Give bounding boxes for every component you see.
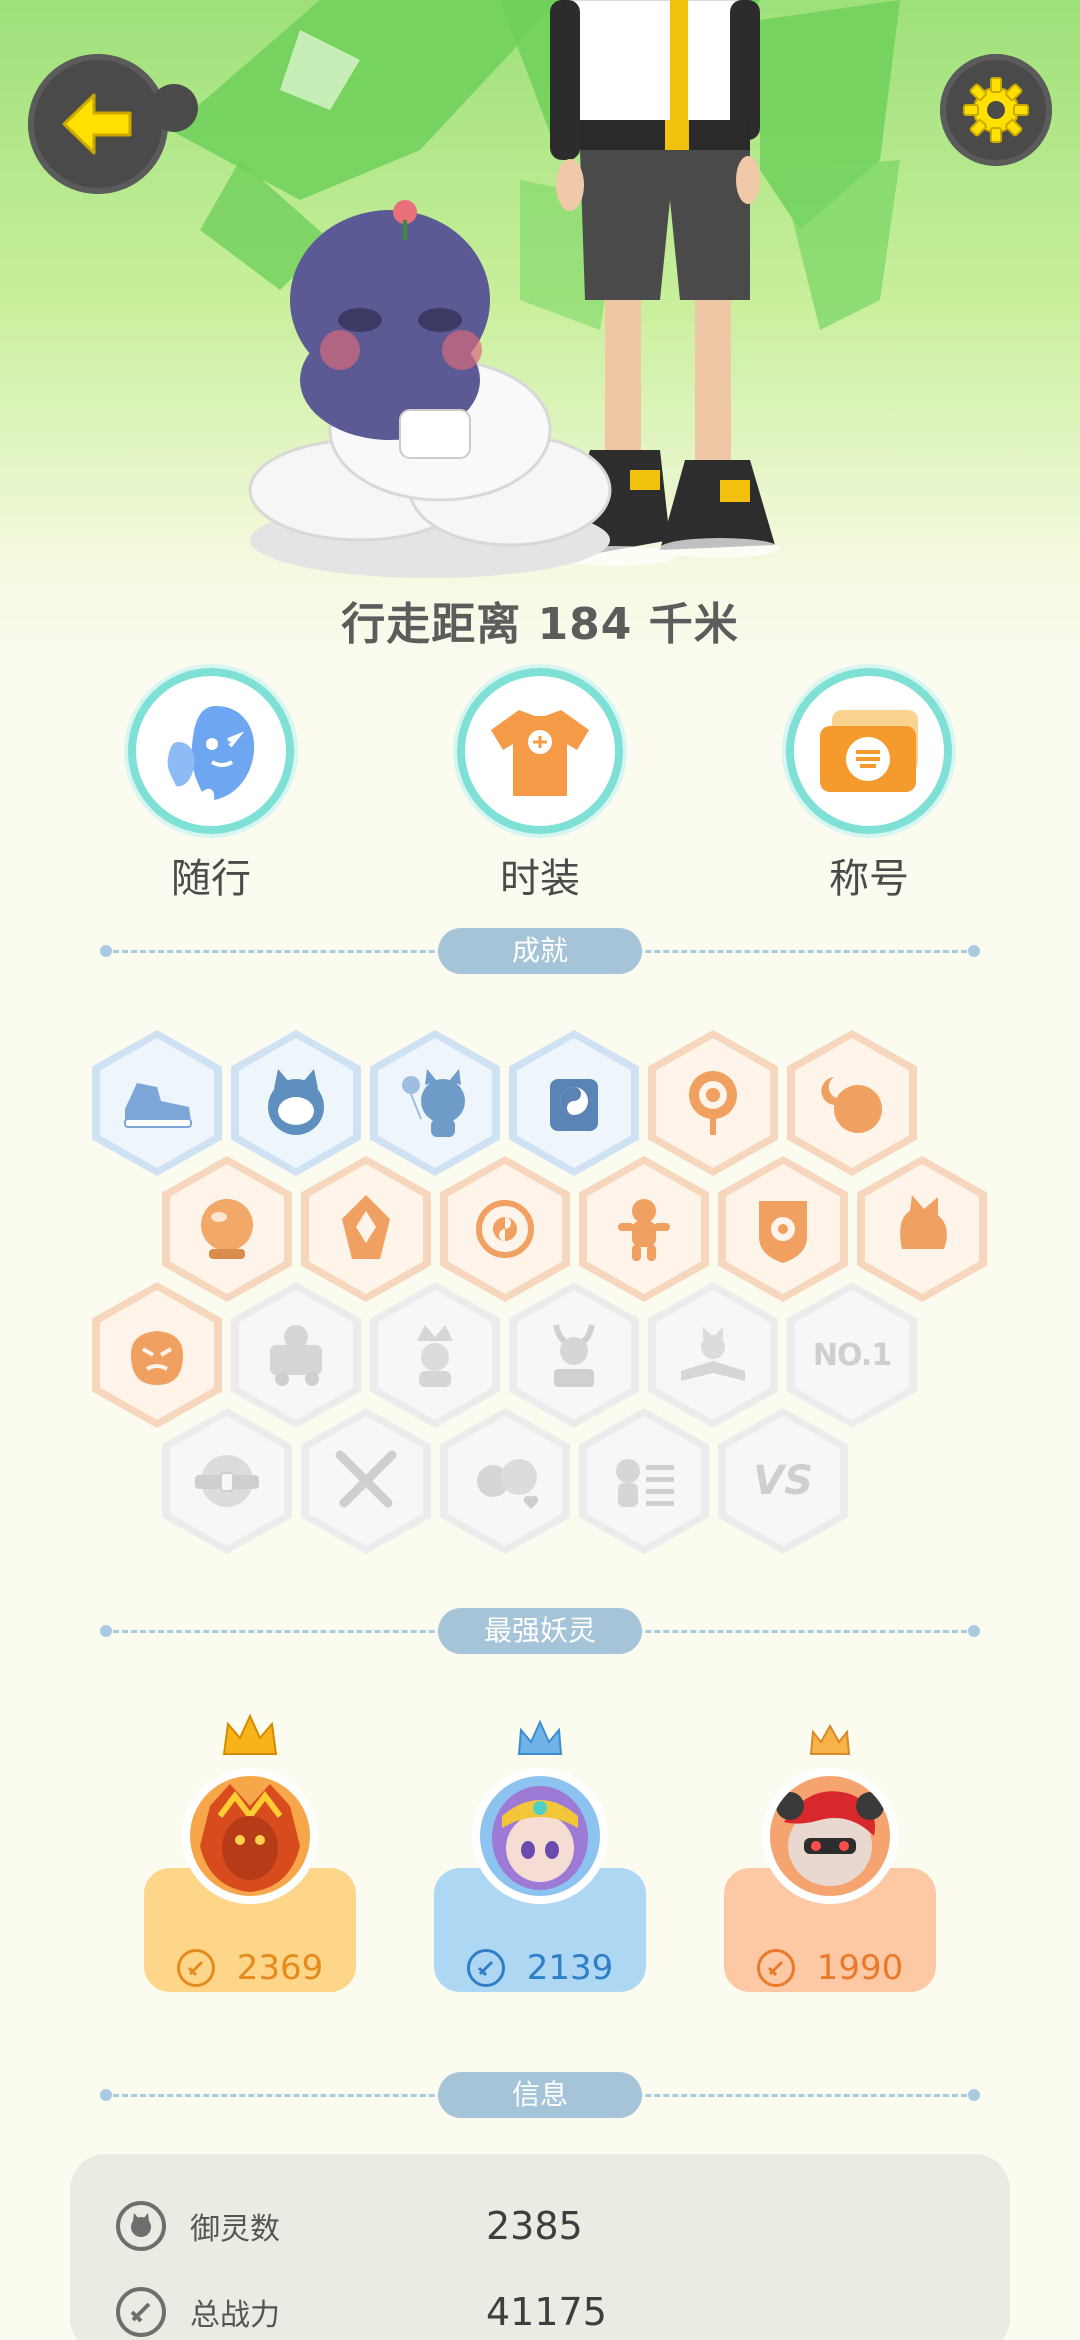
sword-power-icon [116, 2287, 166, 2337]
achievement-moon-sun-badge[interactable] [787, 1030, 917, 1176]
achievement-fortune-orb-badge[interactable] [162, 1156, 292, 1302]
seal-belt-icon [195, 1455, 259, 1507]
red-hair-rat-avatar [762, 1768, 898, 1904]
spirit-count-icon [116, 2201, 166, 2251]
blue-cat-icon [268, 1069, 324, 1135]
spirit-power-value: 1990 [816, 1948, 904, 1988]
info-header: 信息 [100, 2072, 980, 2118]
companion-button[interactable]: 随行 [126, 668, 296, 904]
orange-target-icon [689, 1071, 737, 1135]
shield-icon [759, 1201, 807, 1263]
spirit-card-3[interactable]: 1990 [724, 1708, 936, 1998]
purple-princess-avatar [472, 1768, 608, 1904]
devil-statue-icon [553, 1324, 595, 1387]
achievement-angry-bag-badge[interactable] [92, 1282, 222, 1428]
total-power-label: 总战力 [190, 2298, 280, 2333]
sword-power-icon [756, 1949, 795, 1987]
achievement-crossed-swords-badge-locked[interactable] [301, 1408, 431, 1554]
spirit-power-value: 2139 [526, 1948, 614, 1988]
pet-companion [248, 200, 612, 578]
achievement-devil-statue-badge-locked[interactable] [509, 1282, 639, 1428]
fashion-circle[interactable] [457, 668, 623, 834]
achievement-book-cat-badge-locked[interactable] [648, 1282, 778, 1428]
title-circle[interactable] [786, 668, 952, 834]
achievements-header: 成就 [100, 928, 980, 974]
book-cat-icon [681, 1327, 745, 1381]
orange-crown-icon [796, 1708, 864, 1758]
fashion-button[interactable]: 时装 [455, 668, 625, 904]
blue-crown-icon [506, 1708, 574, 1758]
title-card-icon [820, 710, 918, 792]
angry-bag-icon [131, 1331, 183, 1385]
tshirt-icon [491, 710, 589, 796]
companion-circle[interactable] [128, 668, 294, 834]
fashion-label: 时装 [500, 856, 580, 902]
spirit-count-value: 2385 [486, 2204, 583, 2248]
yin-yang-orb-icon [476, 1200, 534, 1258]
achievement-blue-cat-badge[interactable] [231, 1030, 361, 1176]
achievement-seal-belt-badge-locked[interactable] [162, 1408, 292, 1554]
no1-text: NO.1 [812, 1337, 892, 1373]
spirit-card-1[interactable]: 2369 [144, 1708, 356, 1998]
achievement-orange-target-badge[interactable] [648, 1030, 778, 1176]
back-button[interactable] [28, 54, 198, 194]
achievement-cat-cart-badge-locked[interactable] [231, 1282, 361, 1428]
info-panel: 御灵数 2385 总战力 41175 [70, 2154, 1010, 2340]
fox-icon [900, 1195, 947, 1249]
king-crown-icon [417, 1325, 453, 1387]
back-arrow-icon [62, 93, 132, 155]
spirit-power-value: 2369 [236, 1948, 324, 1988]
achievement-crystal-badge[interactable] [301, 1156, 431, 1302]
achievement-cat-list-badge-locked[interactable] [579, 1408, 709, 1554]
title-label: 称号 [829, 856, 909, 902]
crossed-swords-icon [335, 1450, 397, 1508]
achievement-yin-yang-orb-badge[interactable] [440, 1156, 570, 1302]
moon-sun-icon [821, 1077, 882, 1133]
info-title: 信息 [438, 2072, 642, 2118]
crystal-icon [342, 1195, 390, 1259]
settings-button[interactable] [940, 54, 1052, 166]
sword-power-icon [176, 1949, 215, 1987]
spirit-card-2[interactable]: 2139 [434, 1708, 646, 1998]
info-row-total-power: 总战力 41175 [116, 2282, 607, 2340]
achievement-shield-badge[interactable] [718, 1156, 848, 1302]
hero-banner: 行走距离 184 千米 [0, 0, 1080, 660]
achievement-vs-badge-locked[interactable]: VS [718, 1408, 848, 1554]
fire-dragon-avatar [182, 1768, 318, 1904]
title-button[interactable]: 称号 [784, 668, 954, 904]
strongest-spirits-header: 最强妖灵 [100, 1608, 980, 1654]
achievement-gingerbread-badge[interactable] [579, 1156, 709, 1302]
cat-cart-icon [270, 1325, 322, 1386]
sneaker-icon [124, 1083, 192, 1128]
spirit-count-label: 御灵数 [190, 2212, 280, 2247]
sword-power-icon [466, 1949, 505, 1987]
achievements-title: 成就 [438, 928, 642, 974]
couple-hearts-icon [477, 1459, 539, 1509]
gingerbread-icon [618, 1199, 670, 1261]
achievement-sneaker-badge[interactable] [92, 1030, 222, 1176]
cat-list-icon [616, 1459, 674, 1507]
info-row-spirit-count: 御灵数 2385 [116, 2196, 583, 2256]
achievement-couple-hearts-badge-locked[interactable] [440, 1408, 570, 1554]
achievement-yin-yang-scroll-badge[interactable] [509, 1030, 639, 1176]
gold-crown-icon [216, 1708, 284, 1758]
ghost-companion-icon [167, 706, 255, 800]
achievement-cat-balloon-badge[interactable] [370, 1030, 500, 1176]
gear-icon [963, 77, 1029, 143]
vs-text: VS [753, 1458, 813, 1504]
achievement-king-crown-badge-locked[interactable] [370, 1282, 500, 1428]
total-power-value: 41175 [486, 2290, 607, 2334]
yin-yang-scroll-icon [550, 1079, 598, 1131]
fortune-orb-icon [201, 1199, 253, 1259]
achievement-fox-badge[interactable] [857, 1156, 987, 1302]
achievement-no1-badge-locked[interactable]: NO.1 [787, 1282, 917, 1428]
strongest-spirits-title: 最强妖灵 [438, 1608, 642, 1654]
cat-balloon-icon [402, 1069, 465, 1137]
companion-label: 随行 [171, 856, 251, 902]
walk-distance-label: 行走距离 184 千米 [341, 599, 739, 650]
